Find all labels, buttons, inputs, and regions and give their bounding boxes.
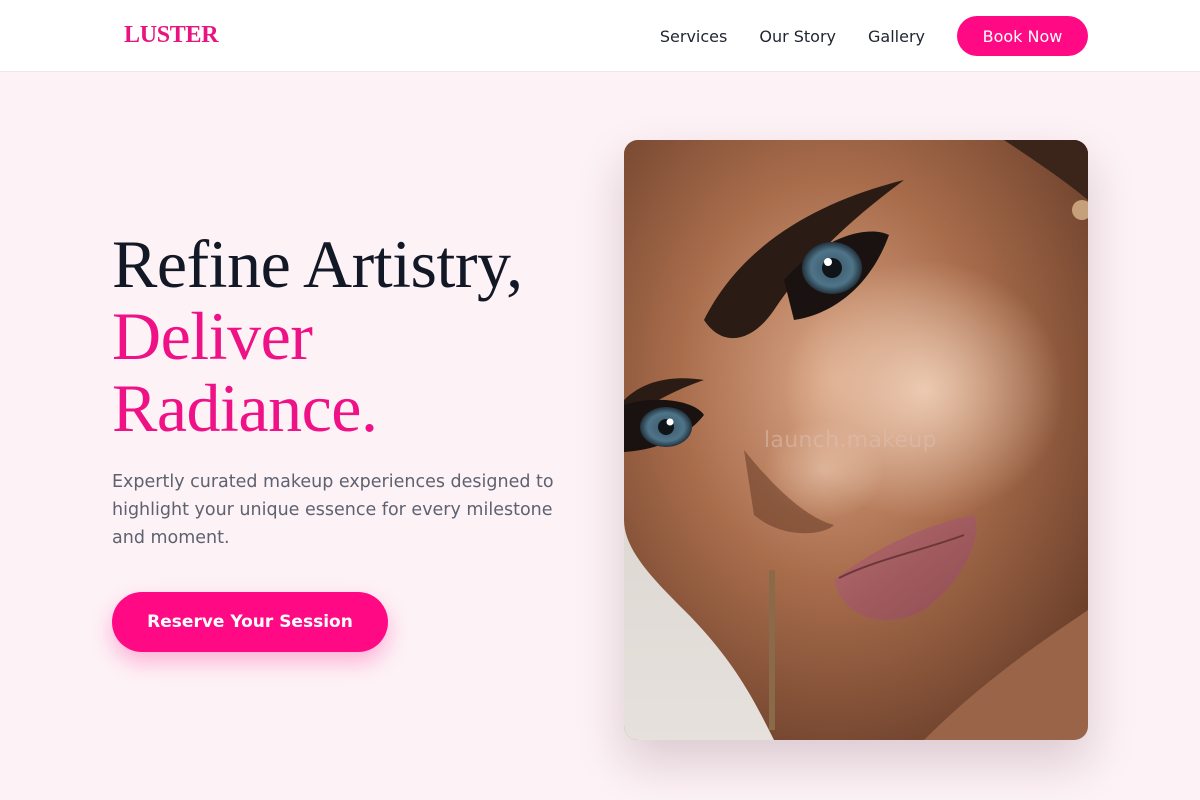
brand-logo[interactable]: LUSTER bbox=[124, 22, 219, 49]
hero-headline: Refine Artistry, Deliver Radiance. bbox=[112, 228, 523, 444]
photo-watermark: launch.makeup bbox=[764, 428, 937, 453]
nav-link-gallery[interactable]: Gallery bbox=[868, 27, 925, 46]
nav-link-our-story[interactable]: Our Story bbox=[759, 27, 836, 46]
nav-links: Services Our Story Gallery Book Now bbox=[660, 16, 1088, 56]
book-now-button[interactable]: Book Now bbox=[957, 16, 1088, 56]
headline-line-3: Radiance. bbox=[112, 370, 378, 446]
headline-line-2: Deliver bbox=[112, 298, 313, 374]
reserve-session-button[interactable]: Reserve Your Session bbox=[112, 592, 388, 652]
top-navbar: LUSTER Services Our Story Gallery Book N… bbox=[0, 0, 1200, 72]
hero-description: Expertly curated makeup experiences desi… bbox=[112, 472, 554, 548]
headline-line-1: Refine Artistry, bbox=[112, 226, 523, 302]
nav-link-services[interactable]: Services bbox=[660, 27, 727, 46]
